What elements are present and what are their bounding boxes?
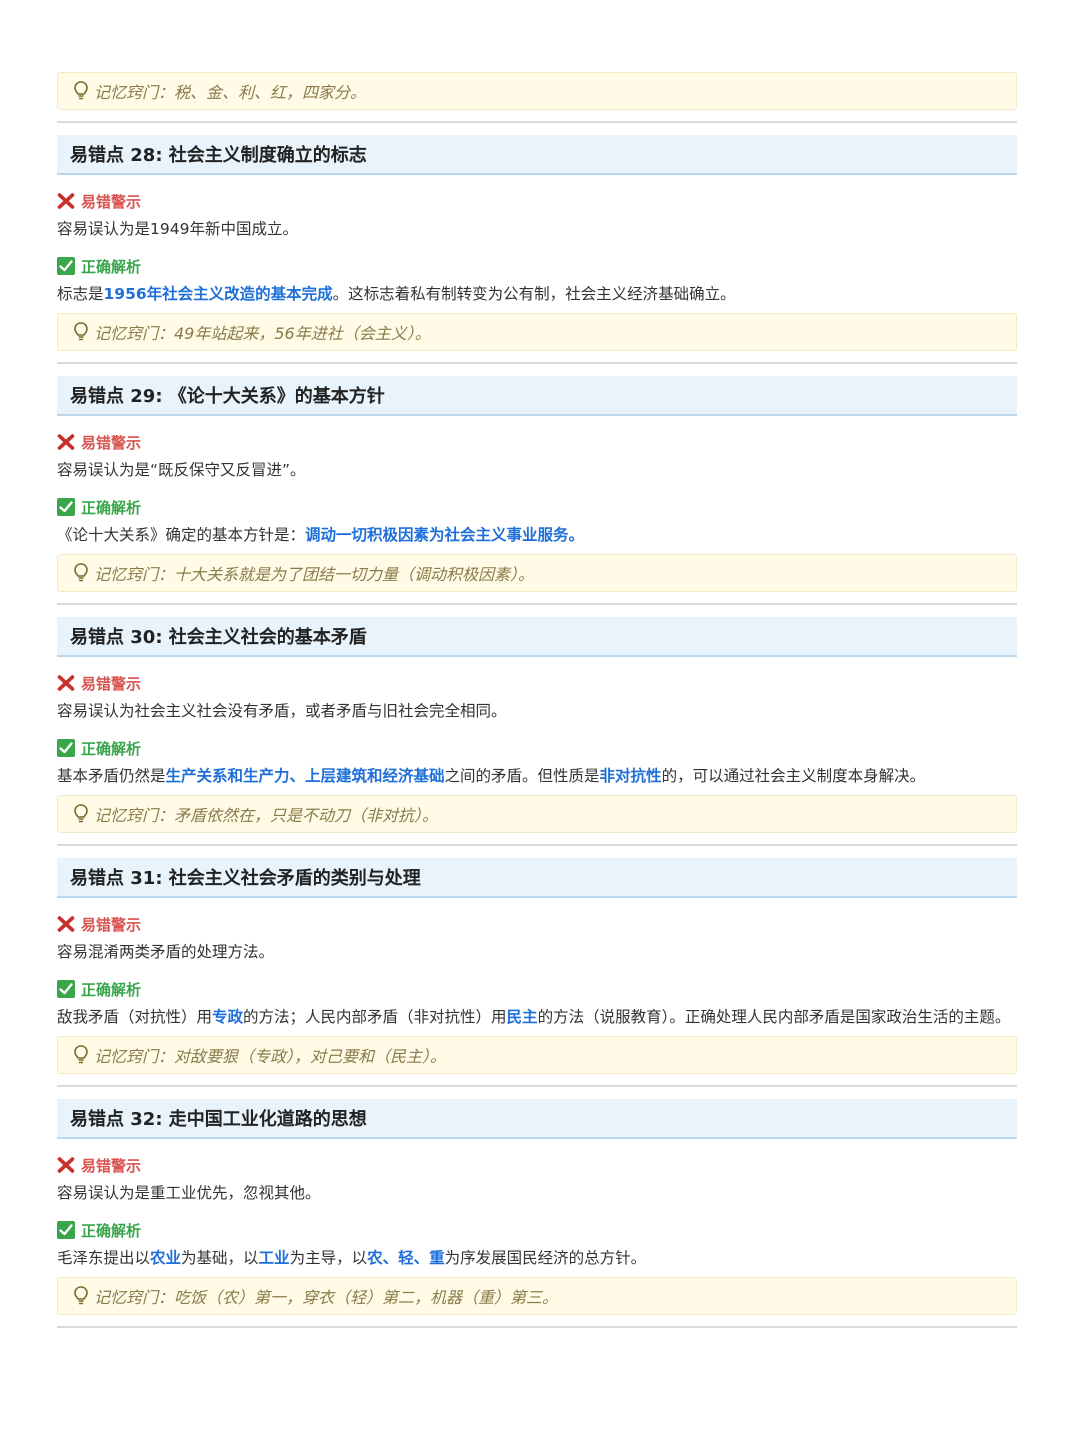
wrong-text: 容易误认为是“既反保守又反冒进”。: [57, 461, 306, 479]
section-heading: 易错点 28: 社会主义制度确立的标志: [57, 135, 1017, 175]
memory-tip-text: 记忆窍门：49年站起来，56年进社（会主义）。: [94, 324, 431, 343]
section-heading: 易错点 31: 社会主义社会矛盾的类别与处理: [57, 858, 1017, 898]
checkbox-check-icon: [57, 498, 75, 516]
correct-analysis-label: 正确解析: [57, 978, 1017, 1000]
memory-tip: 记忆窍门：吃饭（农）第一，穿衣（轻）第二，机器（重）第三。: [57, 1277, 1017, 1315]
checkbox-check-icon: [57, 739, 75, 757]
checkbox-check-icon: [57, 980, 75, 998]
content-column: 记忆窍门：税、金、利、红，四家分。 易错点 28: 社会主义制度确立的标志 易错…: [57, 72, 1017, 1340]
section-heading: 易错点 30: 社会主义社会的基本矛盾: [57, 617, 1017, 657]
correct-text: 毛泽东提出以农业为基础，以工业为主导，以农、轻、重为序发展国民经济的总方针。: [57, 1249, 647, 1267]
cross-icon: [57, 674, 75, 692]
section-divider: [57, 1085, 1017, 1087]
correct-text: 标志是1956年社会主义改造的基本完成。这标志着私有制转变为公有制，社会主义经济…: [57, 285, 736, 303]
lightbulb-icon: [72, 803, 90, 825]
memory-tip-text: 记忆窍门：吃饭（农）第一，穿衣（轻）第二，机器（重）第三。: [94, 1288, 559, 1307]
lightbulb-icon: [72, 1044, 90, 1066]
wrong-warning-label: 易错警示: [57, 190, 1017, 212]
correct-text: 基本矛盾仍然是生产关系和生产力、上层建筑和经济基础之间的矛盾。但性质是非对抗性的…: [57, 767, 926, 785]
memory-tip: 记忆窍门：49年站起来，56年进社（会主义）。: [57, 313, 1017, 351]
wrong-warning-label: 易错警示: [57, 431, 1017, 453]
correct-analysis-label: 正确解析: [57, 1219, 1017, 1241]
lightbulb-icon: [72, 562, 90, 584]
section-divider: [57, 121, 1017, 123]
wrong-warning-label: 易错警示: [57, 1154, 1017, 1176]
cross-icon: [57, 915, 75, 933]
wrong-text: 容易误认为是1949年新中国成立。: [57, 220, 298, 238]
memory-tip-text: 记忆窍门：十大关系就是为了团结一切力量（调动积极因素）。: [94, 565, 535, 584]
lightbulb-icon: [72, 1285, 90, 1307]
correct-text: 敌我矛盾（对抗性）用专政的方法；人民内部矛盾（非对抗性）用民主的方法（说服教育）…: [57, 1008, 1011, 1026]
section-divider: [57, 844, 1017, 846]
correct-text: 《论十大关系》确定的基本方针是：调动一切积极因素为社会主义事业服务。: [57, 526, 585, 544]
cross-icon: [57, 433, 75, 451]
wrong-text: 容易误认为是重工业优先，忽视其他。: [57, 1184, 321, 1202]
section-divider: [57, 362, 1017, 364]
lightbulb-icon: [72, 80, 90, 102]
checkbox-check-icon: [57, 1221, 75, 1239]
lightbulb-icon: [72, 321, 90, 343]
memory-tip-text: 记忆窍门：矛盾依然在，只是不动刀（非对抗）。: [94, 806, 439, 825]
memory-tip-text: 记忆窍门：对敌要狠（专政），对己要和（民主）。: [94, 1047, 447, 1066]
memory-tip: 记忆窍门：对敌要狠（专政），对己要和（民主）。: [57, 1036, 1017, 1074]
memory-tip-text: 记忆窍门：税、金、利、红，四家分。: [94, 83, 367, 102]
correct-analysis-label: 正确解析: [57, 496, 1017, 518]
wrong-text: 容易混淆两类矛盾的处理方法。: [57, 943, 275, 961]
checkbox-check-icon: [57, 257, 75, 275]
correct-analysis-label: 正确解析: [57, 255, 1017, 277]
section-divider: [57, 1326, 1017, 1328]
correct-analysis-label: 正确解析: [57, 737, 1017, 759]
cross-icon: [57, 1156, 75, 1174]
memory-tip: 记忆窍门：矛盾依然在，只是不动刀（非对抗）。: [57, 795, 1017, 833]
wrong-warning-label: 易错警示: [57, 913, 1017, 935]
page: 记忆窍门：税、金、利、红，四家分。 易错点 28: 社会主义制度确立的标志 易错…: [0, 0, 1080, 1440]
section-heading: 易错点 29: 《论十大关系》的基本方针: [57, 376, 1017, 416]
wrong-text: 容易误认为社会主义社会没有矛盾，或者矛盾与旧社会完全相同。: [57, 702, 507, 720]
memory-tip: 记忆窍门：税、金、利、红，四家分。: [57, 72, 1017, 110]
cross-icon: [57, 192, 75, 210]
section-heading: 易错点 32: 走中国工业化道路的思想: [57, 1099, 1017, 1139]
wrong-warning-label: 易错警示: [57, 672, 1017, 694]
section-divider: [57, 603, 1017, 605]
memory-tip: 记忆窍门：十大关系就是为了团结一切力量（调动积极因素）。: [57, 554, 1017, 592]
